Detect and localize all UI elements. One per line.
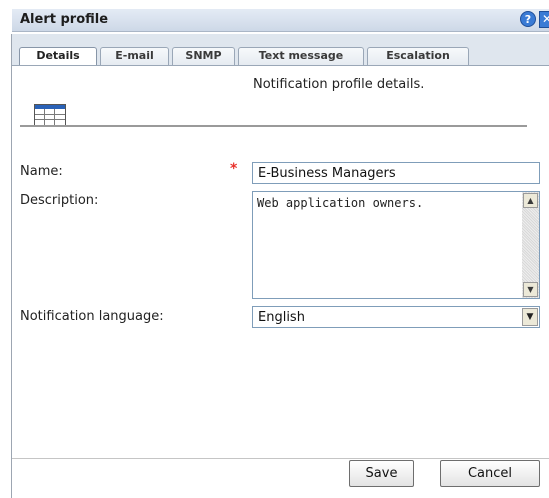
alert-profile-dialog: Alert profile ? ✕ Details E-mail SNMP Te… <box>0 0 549 498</box>
help-icon[interactable]: ? <box>520 11 536 27</box>
dialog-title: Alert profile <box>20 12 109 27</box>
section-description: Notification profile details. <box>253 77 425 92</box>
scroll-up-icon[interactable]: ▲ <box>523 193 538 208</box>
tab-snmp[interactable]: SNMP <box>172 47 235 65</box>
tab-details[interactable]: Details <box>19 47 97 66</box>
description-label: Description: <box>20 193 99 208</box>
tab-escalation[interactable]: Escalation <box>367 47 469 65</box>
title-bar[interactable]: Alert profile ? ✕ <box>12 9 549 32</box>
tab-label: Escalation <box>386 49 450 62</box>
tab-bar: Details E-mail SNMP Text message Escalat… <box>12 34 549 66</box>
footer-separator <box>12 458 549 459</box>
name-input[interactable]: E-Business Managers <box>252 162 540 184</box>
chevron-down-icon[interactable]: ▼ <box>522 308 538 326</box>
name-label: Name: <box>20 164 63 179</box>
description-scrollbar[interactable]: ▲ ▼ <box>522 192 539 298</box>
language-value: English <box>258 310 305 325</box>
table-grid-icon <box>34 104 66 126</box>
description-textarea[interactable]: Web application owners. ▲ ▼ <box>252 191 540 299</box>
cancel-button[interactable]: Cancel <box>440 460 540 487</box>
tab-text-message[interactable]: Text message <box>238 47 364 65</box>
language-select[interactable]: English ▼ <box>252 306 540 328</box>
description-text: Web application owners. <box>257 196 424 210</box>
header-separator <box>20 125 527 127</box>
tab-label: Text message <box>258 49 344 62</box>
scroll-down-icon[interactable]: ▼ <box>523 282 538 297</box>
save-button[interactable]: Save <box>349 460 414 487</box>
tab-label: SNMP <box>185 49 222 62</box>
tab-label: Details <box>36 49 80 62</box>
tab-label: E-mail <box>115 49 154 62</box>
required-asterisk: * <box>230 161 238 177</box>
language-label: Notification language: <box>20 309 164 324</box>
tab-email[interactable]: E-mail <box>100 47 169 65</box>
close-icon[interactable]: ✕ <box>539 11 549 28</box>
